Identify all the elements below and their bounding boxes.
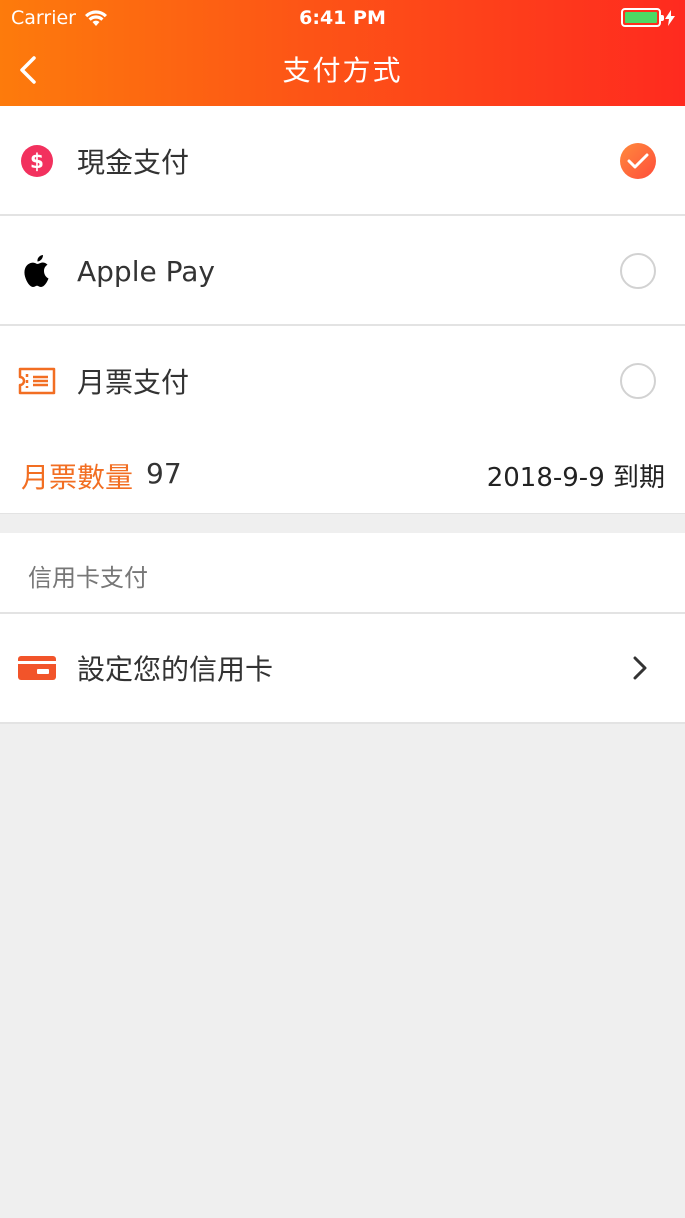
svg-text:$: $ xyxy=(30,149,44,173)
divider xyxy=(0,722,685,724)
credit-card-section-header: 信用卡支付 xyxy=(0,533,685,613)
unselected-radio[interactable] xyxy=(620,253,656,289)
dollar-coin-icon: $ xyxy=(18,142,56,180)
app-header: Carrier 6:41 PM 支付方式 xyxy=(0,0,685,106)
selected-radio[interactable] xyxy=(620,143,656,179)
pass-count-value: 97 xyxy=(146,457,182,490)
payment-option-monthly-pass[interactable]: 月票支付 xyxy=(0,326,685,436)
section-header-label: 信用卡支付 xyxy=(28,564,148,592)
checkmark-icon xyxy=(627,153,649,169)
navigation-bar: 支付方式 xyxy=(0,36,685,106)
payment-option-cash[interactable]: $ 現金支付 xyxy=(0,106,685,216)
set-credit-card-label: 設定您的信用卡 xyxy=(77,653,274,686)
chevron-right-icon xyxy=(633,656,647,680)
apple-icon xyxy=(18,252,56,290)
credit-card-icon xyxy=(18,649,56,687)
set-credit-card-row[interactable]: 設定您的信用卡 xyxy=(0,614,685,722)
page-title: 支付方式 xyxy=(282,54,403,87)
pass-expiry-date: 2018-9-9 到期 xyxy=(486,463,665,493)
ticket-icon xyxy=(18,362,56,400)
payment-option-label: 月票支付 xyxy=(77,366,190,399)
monthly-pass-info: 月票數量 97 2018-9-9 到期 xyxy=(0,430,685,514)
status-time: 6:41 PM xyxy=(299,7,386,29)
pass-count-label: 月票數量 xyxy=(21,461,134,494)
payment-option-label: 現金支付 xyxy=(77,146,190,179)
battery-icon xyxy=(621,8,664,27)
battery-indicator xyxy=(621,8,675,27)
credit-card-section: 設定您的信用卡 xyxy=(0,614,685,722)
payment-option-apple-pay[interactable]: Apple Pay xyxy=(0,216,685,326)
payment-option-label: Apple Pay xyxy=(77,254,215,288)
status-bar: Carrier 6:41 PM xyxy=(0,0,685,36)
unselected-radio[interactable] xyxy=(620,363,656,399)
charging-bolt-icon xyxy=(665,9,675,26)
divider xyxy=(0,513,685,514)
